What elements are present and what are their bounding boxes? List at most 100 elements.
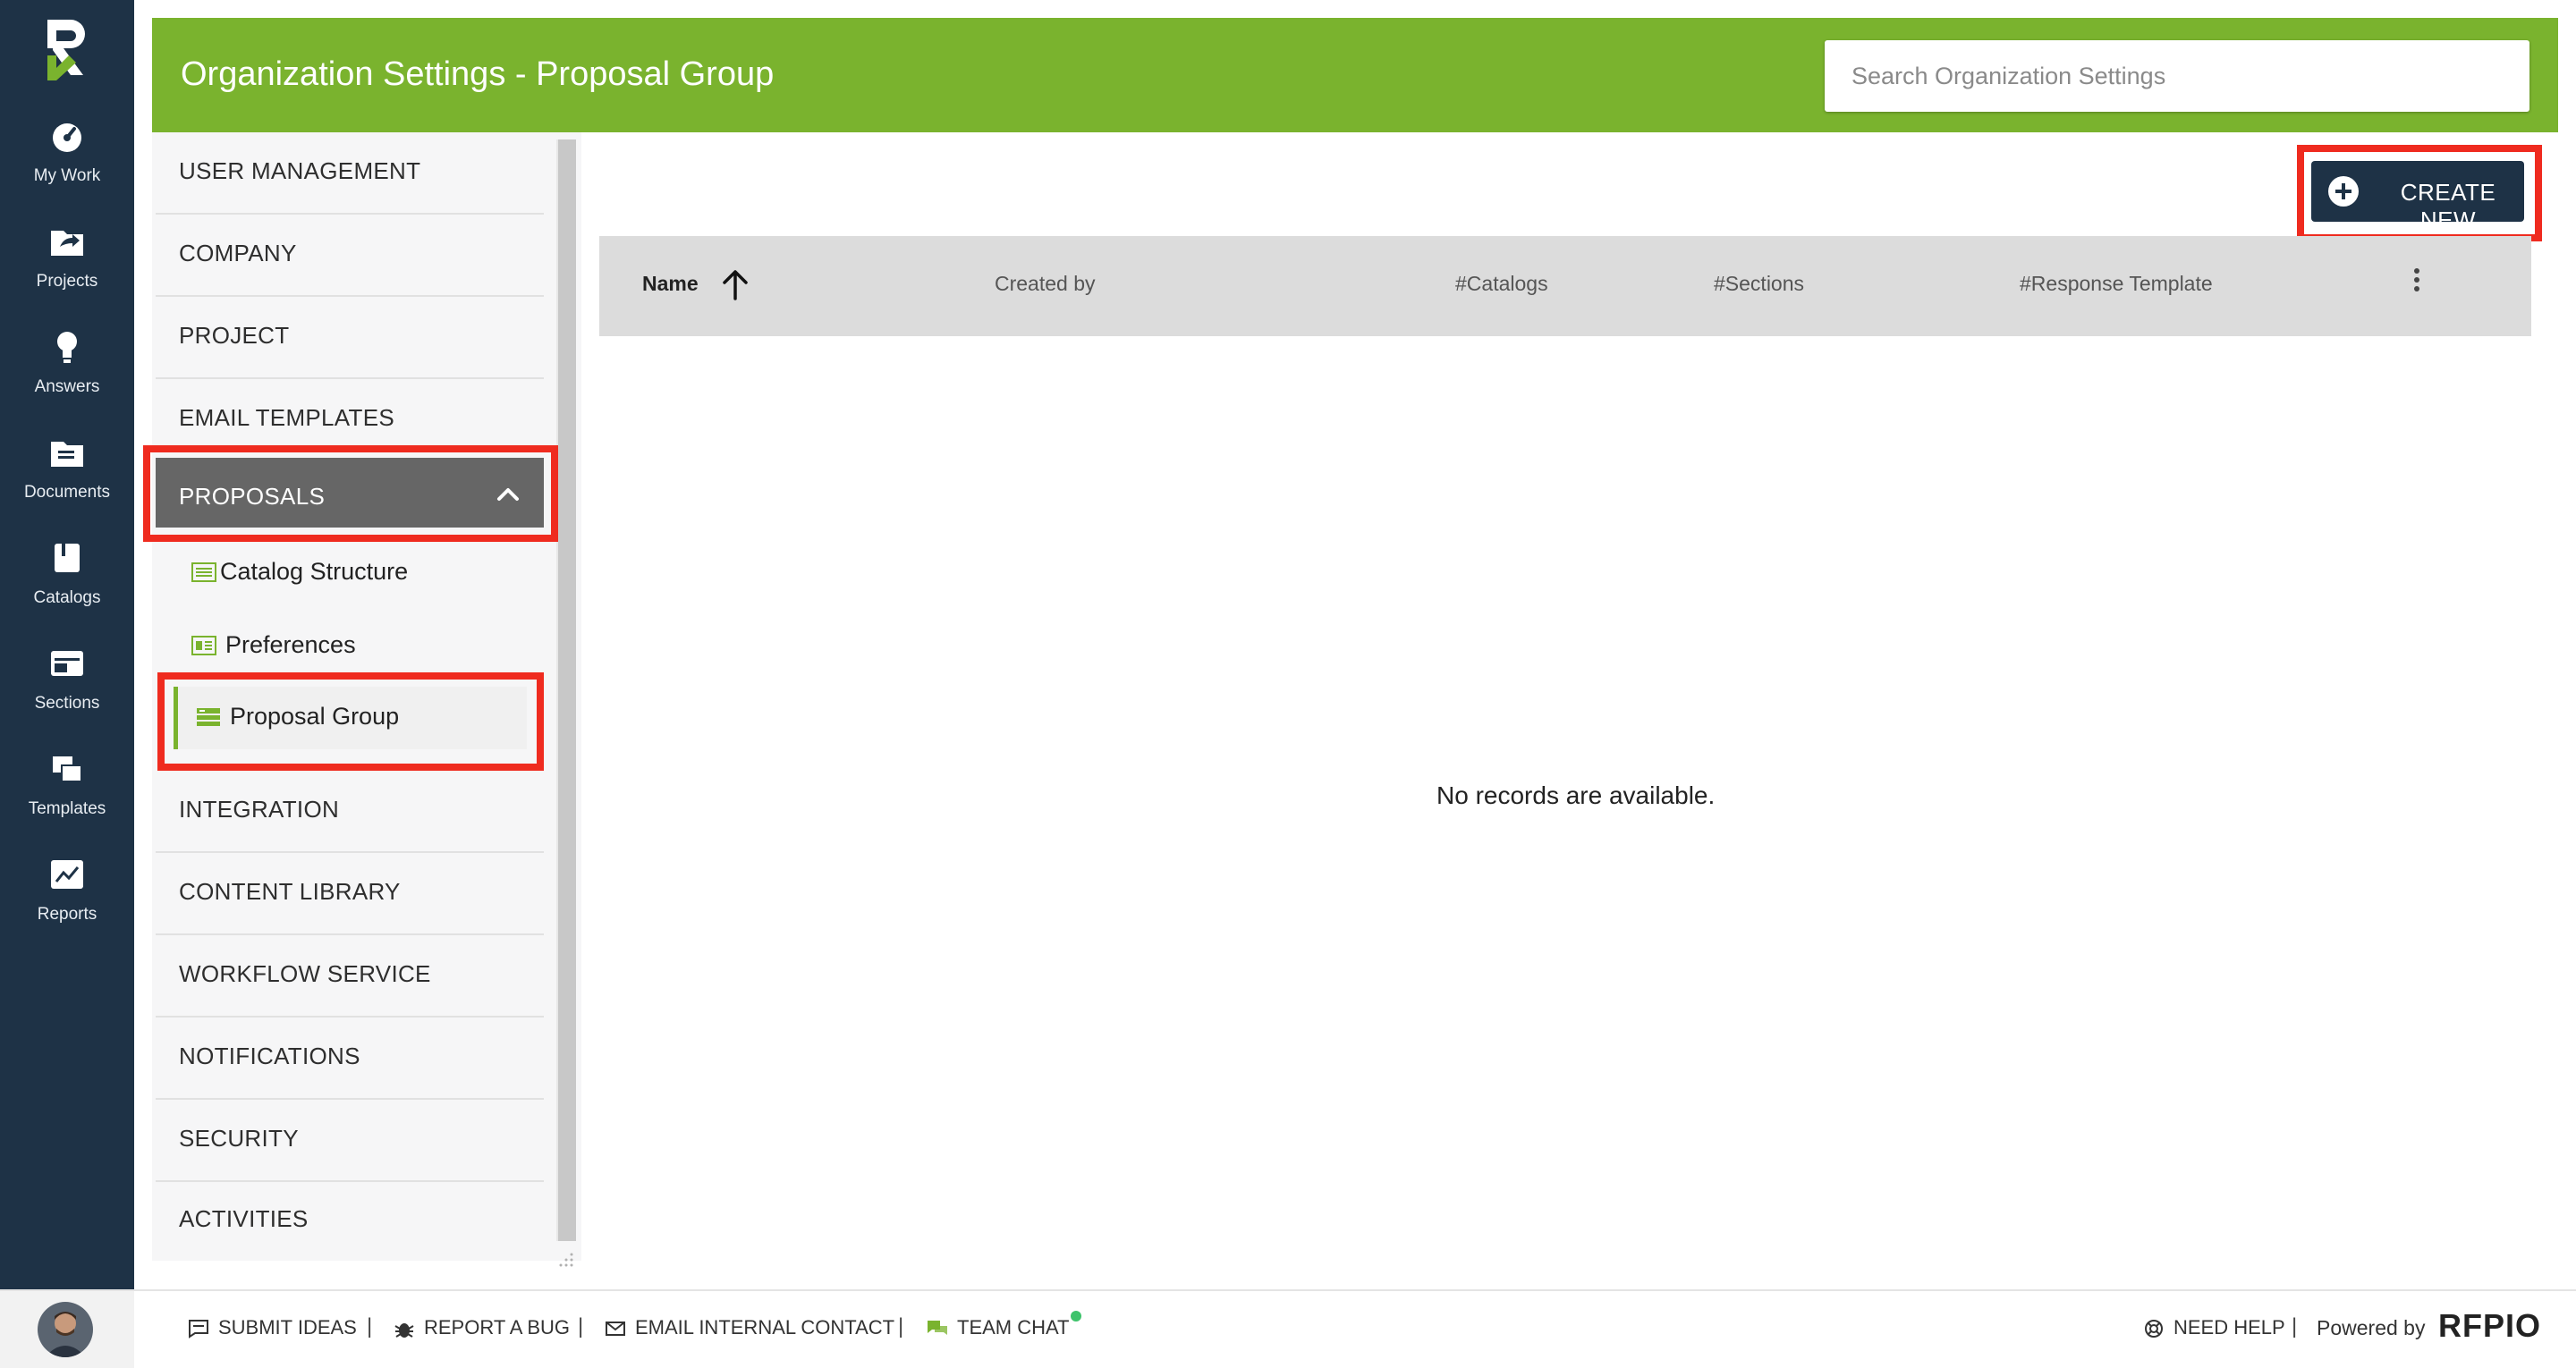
menu-item-label: PROJECT	[179, 322, 290, 349]
email-internal-contact-label: EMAIL INTERNAL CONTACT	[635, 1316, 895, 1338]
submit-ideas-label: SUBMIT IDEAS	[218, 1316, 357, 1338]
email-internal-contact-link[interactable]: EMAIL INTERNAL CONTACT	[605, 1316, 894, 1339]
nav-answers[interactable]: Answers	[0, 318, 134, 411]
team-chat-icon	[928, 1321, 947, 1336]
chevron-up-icon[interactable]	[496, 481, 521, 506]
menu-item-security[interactable]: SECURITY	[156, 1100, 544, 1182]
menu-item-label: ACTIVITIES	[179, 1205, 309, 1232]
footer-separator: |	[578, 1314, 584, 1338]
powered-by-text: Powered by	[2317, 1316, 2426, 1339]
speedometer-icon	[53, 123, 81, 152]
column-header-sections[interactable]: #Sections	[1714, 272, 1804, 296]
nav-label: Reports	[37, 905, 97, 924]
menu-item-activities[interactable]: ACTIVITIES	[156, 1180, 544, 1261]
menu-item-content-library[interactable]: CONTENT LIBRARY	[156, 853, 544, 935]
page-header: Organization Settings - Proposal Group	[152, 18, 2558, 132]
sub-item-preferences[interactable]: Preferences	[174, 615, 540, 678]
templates-icon	[53, 756, 82, 782]
menu-item-workflow-service[interactable]: WORKFLOW SERVICE	[156, 935, 544, 1018]
menu-item-notifications[interactable]: NOTIFICATIONS	[156, 1018, 544, 1100]
column-header-created-by[interactable]: Created by	[995, 272, 1096, 296]
online-status-dot	[1071, 1311, 1081, 1322]
catalog-structure-icon	[191, 562, 216, 582]
table-header: Name Created by #Catalogs #Sections #Res…	[599, 236, 2531, 336]
sub-item-catalog-structure[interactable]: Catalog Structure	[174, 542, 540, 604]
more-options-icon[interactable]	[2411, 266, 2422, 293]
need-help-label: NEED HELP	[2174, 1316, 2285, 1338]
menu-item-integration[interactable]: INTEGRATION	[156, 771, 544, 853]
left-nav: My Work Projects Answers Documents Catal…	[0, 0, 134, 1289]
search-input[interactable]	[1825, 40, 2529, 112]
menu-item-label: EMAIL TEMPLATES	[179, 404, 394, 431]
chat-bubble-icon	[189, 1320, 208, 1339]
sub-item-proposal-group[interactable]: Proposal Group	[174, 687, 527, 749]
column-header-response-template[interactable]: #Response Template	[2020, 272, 2213, 296]
column-header-name[interactable]: Name	[642, 272, 699, 296]
nav-label: My Work	[33, 166, 101, 185]
report-bug-label: REPORT A BUG	[424, 1316, 571, 1338]
book-icon	[55, 544, 80, 572]
nav-my-work[interactable]: My Work	[0, 107, 134, 200]
nav-reports[interactable]: Reports	[0, 846, 134, 939]
menu-item-label: WORKFLOW SERVICE	[179, 960, 431, 987]
footer-separator: |	[367, 1314, 373, 1338]
chart-icon	[51, 860, 83, 889]
sub-item-label: Catalog Structure	[220, 558, 409, 585]
preferences-icon	[191, 636, 216, 655]
menu-item-proposals[interactable]: PROPOSALS	[156, 458, 544, 528]
create-new-button[interactable]: CREATE NEW	[2311, 161, 2524, 233]
lifebuoy-icon	[2145, 1320, 2163, 1338]
nav-label: Catalogs	[33, 588, 101, 607]
nav-label: Documents	[23, 483, 111, 502]
team-chat-link[interactable]: TEAM CHAT	[927, 1316, 1069, 1339]
menu-item-label: NOTIFICATIONS	[179, 1043, 360, 1069]
resize-grip-icon[interactable]	[556, 1250, 574, 1268]
menu-item-company[interactable]: COMPANY	[156, 215, 544, 297]
nav-sections[interactable]: Sections	[0, 635, 134, 728]
need-help-link[interactable]: NEED HELP	[2143, 1316, 2285, 1339]
menu-item-project[interactable]: PROJECT	[156, 297, 544, 379]
footer-bar: SUBMIT IDEAS | REPORT A BUG | EMAIL INTE…	[0, 1289, 2576, 1368]
page-title: Organization Settings - Proposal Group	[181, 55, 775, 93]
sections-icon	[51, 651, 83, 676]
nav-catalogs[interactable]: Catalogs	[0, 529, 134, 622]
nav-templates[interactable]: Templates	[0, 740, 134, 833]
nav-projects[interactable]: Projects	[0, 213, 134, 306]
menu-item-label: SECURITY	[179, 1125, 299, 1152]
submit-ideas-link[interactable]: SUBMIT IDEAS	[188, 1316, 357, 1339]
avatar[interactable]	[38, 1302, 93, 1357]
menu-item-label: INTEGRATION	[179, 796, 340, 823]
nav-label: Sections	[34, 694, 100, 713]
nav-label: Answers	[34, 377, 100, 396]
folder-share-icon	[51, 231, 83, 256]
menu-item-label: COMPANY	[179, 240, 297, 266]
sub-item-label: Preferences	[225, 631, 356, 658]
rfpio-brand-logo[interactable]: RFPIO	[2438, 1307, 2541, 1344]
footer-separator: |	[2292, 1314, 2298, 1338]
nav-documents[interactable]: Documents	[0, 424, 134, 517]
team-chat-label: TEAM CHAT	[957, 1316, 1070, 1338]
sort-ascending-icon[interactable]	[720, 268, 750, 300]
footer-separator: |	[898, 1314, 904, 1338]
envelope-icon	[606, 1322, 625, 1337]
create-new-label: CREATE NEW	[2400, 179, 2496, 233]
nav-label: Templates	[28, 799, 106, 818]
settings-menu: USER MANAGEMENT COMPANY PROJECT EMAIL TE…	[152, 132, 581, 1261]
avatar-area	[0, 1291, 134, 1368]
menu-scrollbar[interactable]	[556, 139, 576, 1241]
empty-state-message: No records are available.	[1436, 781, 1716, 809]
menu-item-user-management[interactable]: USER MANAGEMENT	[156, 132, 544, 215]
menu-item-label: PROPOSALS	[179, 483, 326, 510]
nav-label: Projects	[36, 272, 98, 291]
menu-item-label: CONTENT LIBRARY	[179, 878, 401, 905]
column-header-catalogs[interactable]: #Catalogs	[1455, 272, 1548, 296]
documents-icon	[51, 442, 83, 467]
proposal-group-icon	[197, 708, 220, 726]
report-bug-link[interactable]: REPORT A BUG	[394, 1316, 570, 1339]
bug-icon	[394, 1323, 414, 1338]
lightbulb-icon	[57, 332, 77, 363]
rfpio-logo-icon[interactable]	[40, 16, 94, 80]
menu-item-email-templates[interactable]: EMAIL TEMPLATES	[156, 379, 544, 461]
menu-item-label: USER MANAGEMENT	[179, 157, 421, 184]
sub-item-label: Proposal Group	[230, 703, 400, 730]
